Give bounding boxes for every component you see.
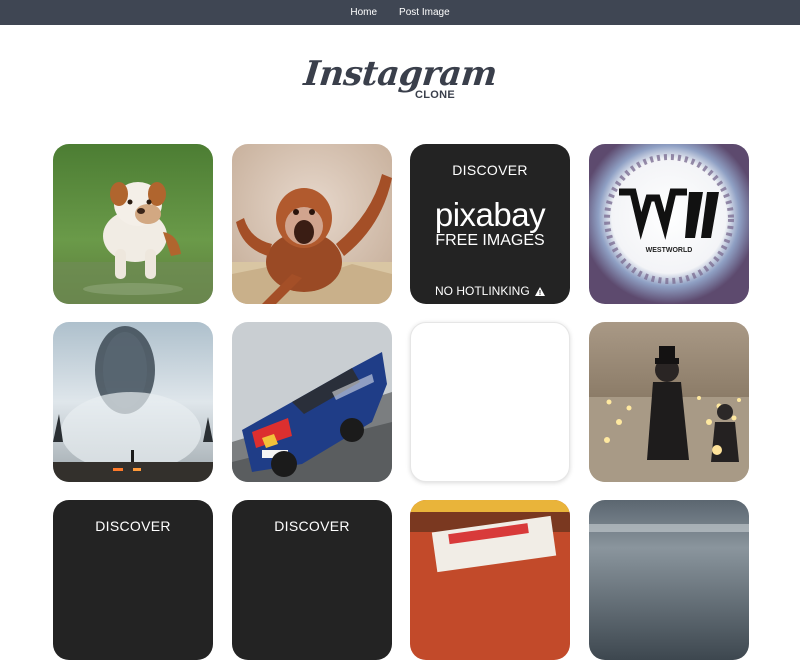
discover-text: DISCOVER [452,162,528,178]
logo-subtitle: CLONE [415,89,455,101]
nav-home-link[interactable]: Home [350,7,377,18]
logo-title: Instagram [301,54,499,94]
post-image-pixabay-placeholder-row3b[interactable]: DISCOVER [232,500,392,660]
post-image-pixabay-placeholder-row3a[interactable]: DISCOVER [53,500,213,660]
post-image-airship-fog[interactable] [53,322,213,482]
discover-text: DISCOVER [95,518,171,534]
warning-icon [535,287,546,296]
post-image-stormy-sea[interactable] [589,500,749,660]
no-hotlinking-label: NO HOTLINKING [434,284,530,298]
post-image-bulldog-puppy[interactable] [53,144,213,304]
post-image-empty[interactable] [410,322,570,482]
post-image-pixabay-placeholder[interactable]: DISCOVER pixabay FREE IMAGES NO HOTLINKI… [410,144,570,304]
post-image-lantern-field[interactable] [589,322,749,482]
pixabay-brand: pixabay [434,196,546,233]
post-image-orangutan[interactable] [232,144,392,304]
discover-text: DISCOVER [274,518,350,534]
nav-post-image-link[interactable]: Post Image [399,7,450,18]
app-logo: Instagram CLONE [0,54,800,101]
post-image-westworld[interactable]: WESTWORLD [589,144,749,304]
post-image-pizza-box[interactable] [410,500,570,660]
free-images-text: FREE IMAGES [435,232,545,249]
no-hotlinking-text: NO HOTLINKING [410,284,570,298]
post-image-rally-car[interactable] [232,322,392,482]
westworld-title: WESTWORLD [646,247,693,254]
top-navbar: Home Post Image [0,0,800,25]
